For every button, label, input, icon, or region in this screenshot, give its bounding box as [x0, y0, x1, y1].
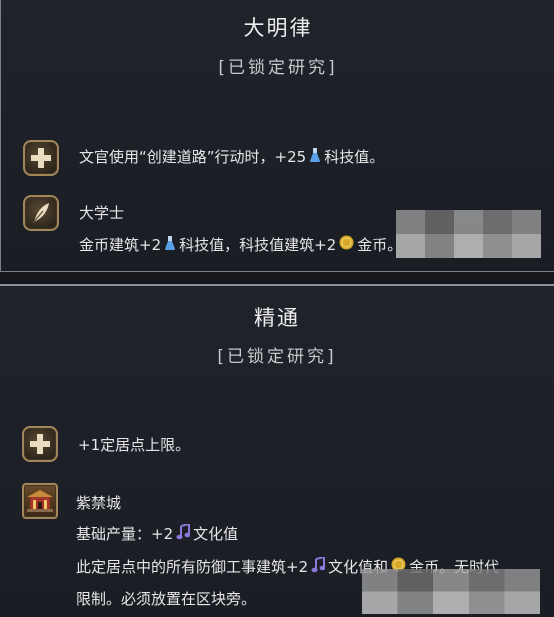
locked-status-label: [已锁定研究] — [218, 58, 338, 78]
forbidden-city-effect-line2: 限制。必须放置在区块旁。 — [76, 590, 257, 608]
grand-scholar-name: 大学士 — [79, 204, 125, 222]
card-title: 精通 — [254, 306, 300, 330]
effect-grand-scholar: 金币建筑+2 科技值，科技值建筑+2 金币。 — [79, 235, 403, 255]
plus-icon — [23, 140, 59, 176]
locked-status-label: [已锁定研究] — [217, 347, 337, 367]
forbidden-city-icon — [22, 483, 58, 519]
civic-card-da-ming-lu: 大明律 [已锁定研究] 文官使用“创建道路”行动时，+25 科技值。 大学士 金币… — [0, 0, 554, 272]
watermark-blur — [362, 569, 540, 614]
gold-coin-icon — [339, 235, 354, 254]
card-title: 大明律 — [243, 16, 313, 40]
forbidden-city-base-yield: 基础产量：+2 文化值 — [76, 522, 239, 544]
card-separator — [0, 272, 554, 284]
culture-note-icon — [311, 555, 326, 577]
science-flask-icon — [309, 147, 321, 167]
civic-card-mastery: 精通 [已锁定研究] +1定居点上限。 紫禁城 基础产量：+2 文化值 此定居点中… — [0, 284, 554, 617]
quill-icon — [23, 195, 59, 231]
science-flask-icon — [164, 235, 176, 255]
plus-icon — [22, 426, 58, 462]
culture-note-icon — [176, 522, 191, 544]
effect-road-science: 文官使用“创建道路”行动时，+25 科技值。 — [79, 147, 385, 167]
watermark-blur — [396, 210, 541, 258]
effect-settlement-limit: +1定居点上限。 — [78, 436, 191, 454]
forbidden-city-name: 紫禁城 — [76, 494, 122, 512]
